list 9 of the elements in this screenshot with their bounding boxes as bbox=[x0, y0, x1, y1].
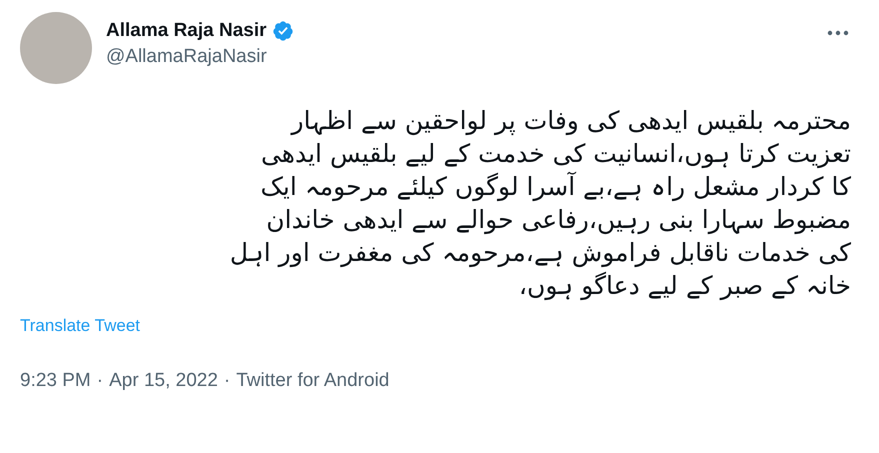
author-name[interactable]: Allama Raja Nasir bbox=[106, 20, 267, 42]
tweet-source[interactable]: Twitter for Android bbox=[236, 370, 390, 392]
tweet-date[interactable]: Apr 15, 2022 bbox=[109, 370, 218, 392]
tweet-time[interactable]: 9:23 PM bbox=[20, 370, 91, 392]
author-handle[interactable]: @AllamaRajaNasir bbox=[106, 46, 267, 68]
separator-dot: · bbox=[96, 370, 104, 392]
separator-dot: · bbox=[224, 370, 230, 392]
more-options-icon[interactable] bbox=[827, 30, 849, 36]
tweet-text: محترمہ بلقیس ایدھی کی وفات پر لواحقین سے اظہار تعزیت کرتا ہوں،انسانیت کی خدمت کے لیے بلقیس ایدھی کا کردار مشعل راہ ہے،بے آسرا لوگوں کیلئے مرحومہ ایک مضبوط سہارا بنی رہیں،رفاعی حوالے سے ایدھی خاندان کی خدمات ناقابل فراموش ہے،مرحومہ کی مغفرت اور اہل خانہ کے صبر کے لیے دعاگو ہوں، bbox=[228, 105, 852, 302]
